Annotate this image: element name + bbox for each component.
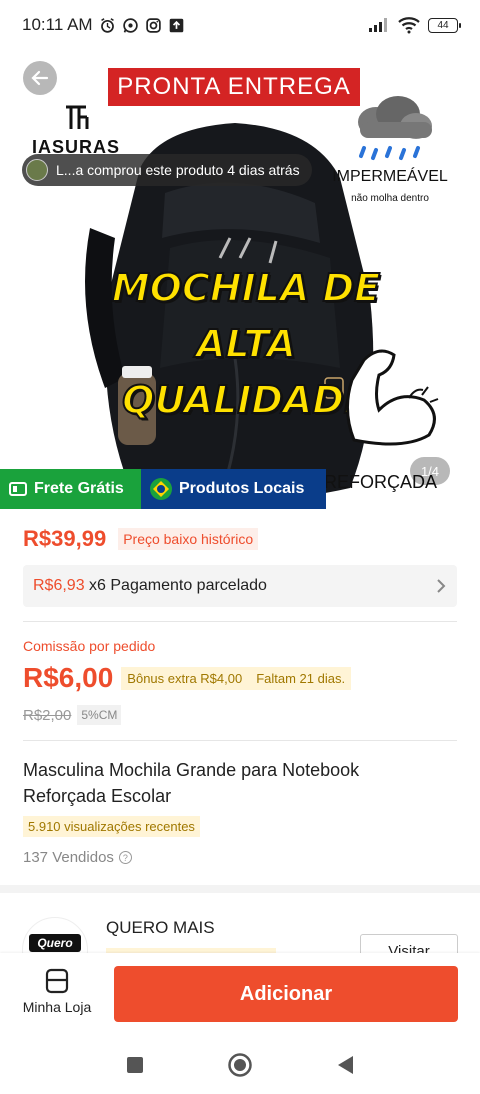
recents-icon[interactable] [125, 1055, 145, 1075]
system-nav-bar [0, 1035, 480, 1094]
my-store-label: Minha Loja [22, 999, 92, 1015]
brand-logo: IASURAS [26, 102, 126, 158]
back-nav-icon[interactable] [335, 1054, 355, 1076]
bottom-action-bar: Minha Loja Adicionar [0, 953, 480, 1035]
old-commission-row: R$2,00 5%CM [23, 705, 122, 725]
bonus-text: Bônus extra R$4,00 [127, 670, 243, 686]
brand-logo-icon [66, 105, 89, 129]
product-title: Masculina Mochila Grande para Notebook R… [23, 760, 360, 806]
clock: 10:11 AM [22, 15, 93, 34]
home-icon[interactable] [227, 1052, 253, 1078]
bonus-tag: Bônus extra R$4,00 Faltam 21 dias. [121, 666, 352, 690]
sold-count-text: 137 Vendidos [23, 849, 114, 866]
bonus-days-left: Faltam 21 dias. [256, 670, 346, 686]
product-image-carousel[interactable]: PRONTA ENTREGA IASURAS L...a comprou est… [10, 50, 470, 510]
commission-label: Comissão por pedido [23, 638, 156, 654]
waterproof-sublabel: não molha dentro [351, 193, 429, 204]
buyer-avatar [26, 159, 48, 181]
waterproof-label: IMPERMEÁVEL [332, 168, 448, 185]
store-icon [45, 968, 69, 994]
headline-line-1: MOCHILA DE [111, 265, 381, 311]
purchase-notice-text: L...a comprou este produto 4 dias atrás [56, 162, 300, 178]
sold-count: 137 Vendidos ? [23, 849, 132, 866]
wifi-icon [398, 17, 420, 34]
commission-row: R$6,00 Bônus extra R$4,00 Faltam 21 dias… [23, 662, 352, 694]
commission-value: R$6,00 [23, 662, 114, 693]
store-avatar-text: Quero [29, 934, 81, 952]
add-button[interactable]: Adicionar [114, 966, 458, 1022]
installment-amount: R$6,93 [33, 577, 85, 594]
free-shipping-label: Frete Grátis [34, 480, 124, 497]
status-bar: 10:11 AM 44 [0, 0, 480, 50]
store-name[interactable]: QUERO MAIS [106, 918, 215, 938]
truck-icon [9, 482, 27, 496]
divider [23, 740, 457, 741]
instagram-icon [145, 17, 161, 33]
historic-low-tag: Preço baixo histórico [118, 528, 259, 550]
whatsapp-icon [122, 17, 138, 33]
recent-views-tag: 5.910 visualizações recentes [23, 816, 200, 837]
section-separator [0, 885, 480, 893]
flexed-arm-icon [346, 349, 439, 446]
purchase-notice: L...a comprou este produto 4 dias atrás [22, 154, 312, 186]
installment-text: x6 Pagamento parcelado [84, 577, 267, 594]
price-row: R$39,99 Preço baixo histórico [23, 526, 259, 552]
battery-level: 44 [437, 19, 449, 31]
free-shipping-badge: Frete Grátis [0, 469, 141, 509]
installment-row[interactable]: R$6,93 x6 Pagamento parcelado [23, 565, 457, 607]
local-products-label: Produtos Locais [179, 480, 305, 497]
image-page-indicator: 1/4 [410, 457, 450, 485]
help-icon[interactable]: ? [118, 851, 132, 864]
alarm-icon [100, 17, 114, 33]
chevron-right-icon [437, 579, 446, 593]
commission-rate-tag: 5%CM [77, 705, 122, 725]
local-products-badge: Produtos Locais [141, 469, 326, 509]
brazil-flag-icon [150, 478, 172, 500]
rain-cloud-icon [358, 96, 432, 160]
signal-icon [369, 18, 387, 32]
arrow-left-icon [31, 70, 49, 86]
upload-icon [169, 18, 183, 32]
back-button[interactable] [23, 61, 57, 95]
old-commission-value: R$2,00 [23, 706, 72, 724]
divider [23, 621, 457, 622]
battery-icon: 44 [428, 17, 461, 33]
product-badges: Frete Grátis Produtos Locais [0, 469, 326, 509]
my-store-button[interactable]: Minha Loja [14, 967, 100, 1015]
current-price: R$39,99 [23, 526, 107, 551]
ready-delivery-banner: PRONTA ENTREGA [108, 68, 360, 106]
